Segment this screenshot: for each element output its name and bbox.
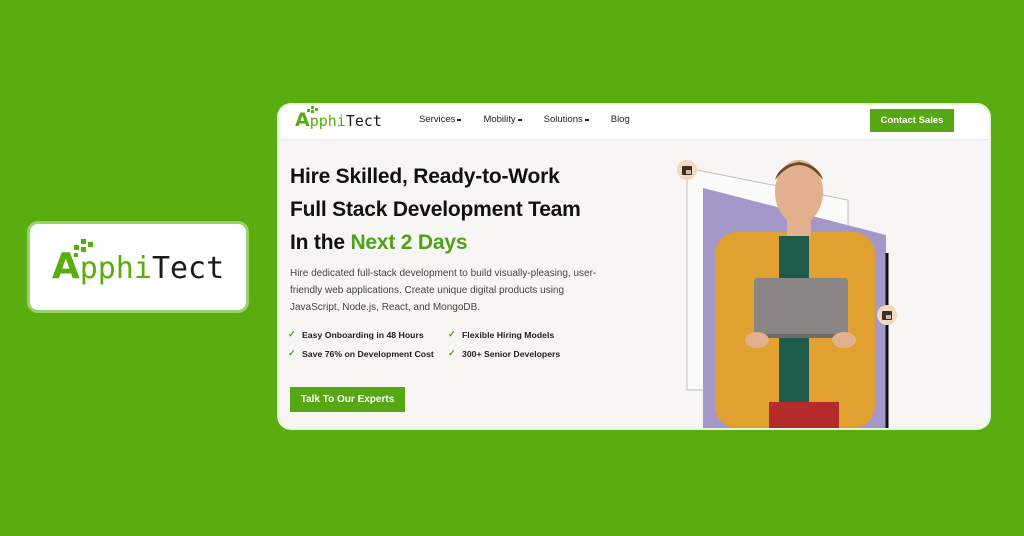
- chevron-down-icon: [584, 119, 589, 121]
- contact-sales-button[interactable]: Contact Sales: [870, 109, 954, 132]
- logo-text-tect: Tect: [345, 112, 382, 130]
- nav-solutions[interactable]: Solutions: [544, 114, 589, 125]
- logo-text-pphi: pphi: [309, 112, 346, 130]
- chevron-down-icon: [517, 119, 522, 121]
- hero-image: [686, 160, 889, 428]
- logo-text-pphi: pphi: [79, 250, 152, 286]
- side-logo-card: A pphi Tect: [30, 224, 246, 310]
- feature-label: Easy Onboarding in 48 Hours: [302, 329, 424, 340]
- code-window-icon: [682, 165, 692, 175]
- feature-label: 300+ Senior Developers: [462, 348, 561, 359]
- website-preview-card: A pphi Tect Services Mobility Solutions …: [279, 105, 989, 428]
- site-header: A pphi Tect Services Mobility Solutions …: [279, 105, 989, 140]
- feature-label: Flexible Hiring Models: [462, 329, 555, 340]
- feature-label: Save 76% on Development Cost: [302, 348, 434, 359]
- logo-text-tect: Tect: [151, 250, 225, 286]
- hero-title-line-3-prefix: In the: [290, 231, 351, 254]
- nav-services[interactable]: Services: [419, 114, 462, 125]
- badge-bottom-right: [877, 305, 897, 325]
- badge-top-left: [677, 160, 697, 180]
- feature-item: ✓ Easy Onboarding in 48 Hours: [288, 329, 448, 340]
- apphitect-logo: A pphi Tect: [52, 238, 225, 286]
- hero-illustration: [677, 140, 989, 428]
- hero-title-highlight: Next 2 Days: [350, 231, 468, 254]
- hero-description: Hire dedicated full-stack development to…: [290, 268, 597, 313]
- hero-title: Hire Skilled, Ready-to-Work Full Stack D…: [290, 160, 581, 259]
- check-icon: ✓: [288, 348, 296, 358]
- nav-blog[interactable]: Blog: [611, 114, 630, 125]
- talk-to-experts-button[interactable]: Talk To Our Experts: [290, 387, 405, 412]
- feature-list: ✓ Easy Onboarding in 48 Hours ✓ Flexible H…: [288, 329, 598, 359]
- check-icon: ✓: [288, 329, 296, 339]
- chevron-down-icon: [457, 119, 462, 121]
- logo-letter-a: A: [295, 109, 310, 131]
- nav-mobility[interactable]: Mobility: [483, 114, 522, 125]
- check-icon: ✓: [448, 348, 456, 358]
- logo-mark: A: [295, 106, 318, 131]
- hero-title-line-1: Hire Skilled, Ready-to-Work: [290, 165, 560, 188]
- feature-item: ✓ Flexible Hiring Models: [448, 329, 598, 340]
- hero-title-line-2: Full Stack Development Team: [290, 198, 581, 221]
- code-window-icon: [882, 310, 892, 320]
- feature-item: ✓ Save 76% on Development Cost: [288, 348, 448, 359]
- header-logo[interactable]: A pphi Tect: [295, 106, 382, 131]
- nav-label: Solutions: [543, 114, 583, 125]
- nav-label: Mobility: [483, 114, 516, 125]
- main-nav: Services Mobility Solutions Blog: [419, 114, 630, 125]
- feature-item: ✓ 300+ Senior Developers: [448, 348, 598, 359]
- logo-mark: A: [52, 238, 93, 286]
- nav-label: Blog: [610, 114, 630, 125]
- nav-label: Services: [419, 114, 456, 125]
- check-icon: ✓: [448, 329, 456, 339]
